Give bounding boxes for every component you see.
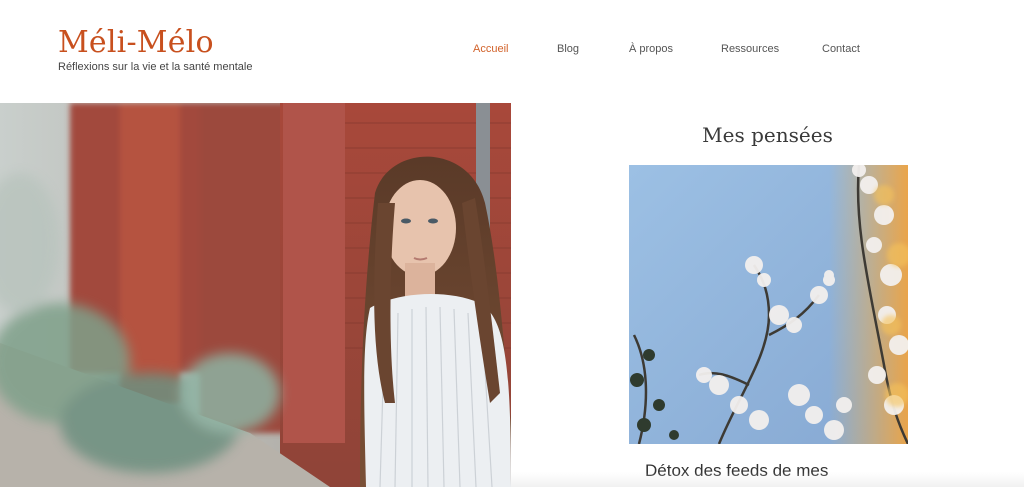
site-header: Méli-Mélo Réflexions sur la vie et la sa…	[0, 0, 1024, 103]
nav-item-ressources[interactable]: Ressources	[721, 43, 779, 55]
site-tagline: Réflexions sur la vie et la santé mental…	[58, 61, 253, 73]
section-title: Mes pensées	[702, 123, 833, 147]
posts-section: Mes pensées Détox des feeds de mes	[511, 103, 1024, 487]
post-thumbnail[interactable]	[629, 165, 908, 444]
nav-item-a-propos[interactable]: À propos	[629, 43, 673, 55]
site-logo[interactable]: Méli-Mélo	[58, 25, 214, 60]
nav-item-accueil[interactable]: Accueil	[473, 43, 508, 55]
nav-item-blog[interactable]: Blog	[557, 43, 579, 55]
bottom-fade	[511, 472, 1024, 487]
nav-item-contact[interactable]: Contact	[822, 43, 860, 55]
hero-image	[0, 103, 511, 487]
